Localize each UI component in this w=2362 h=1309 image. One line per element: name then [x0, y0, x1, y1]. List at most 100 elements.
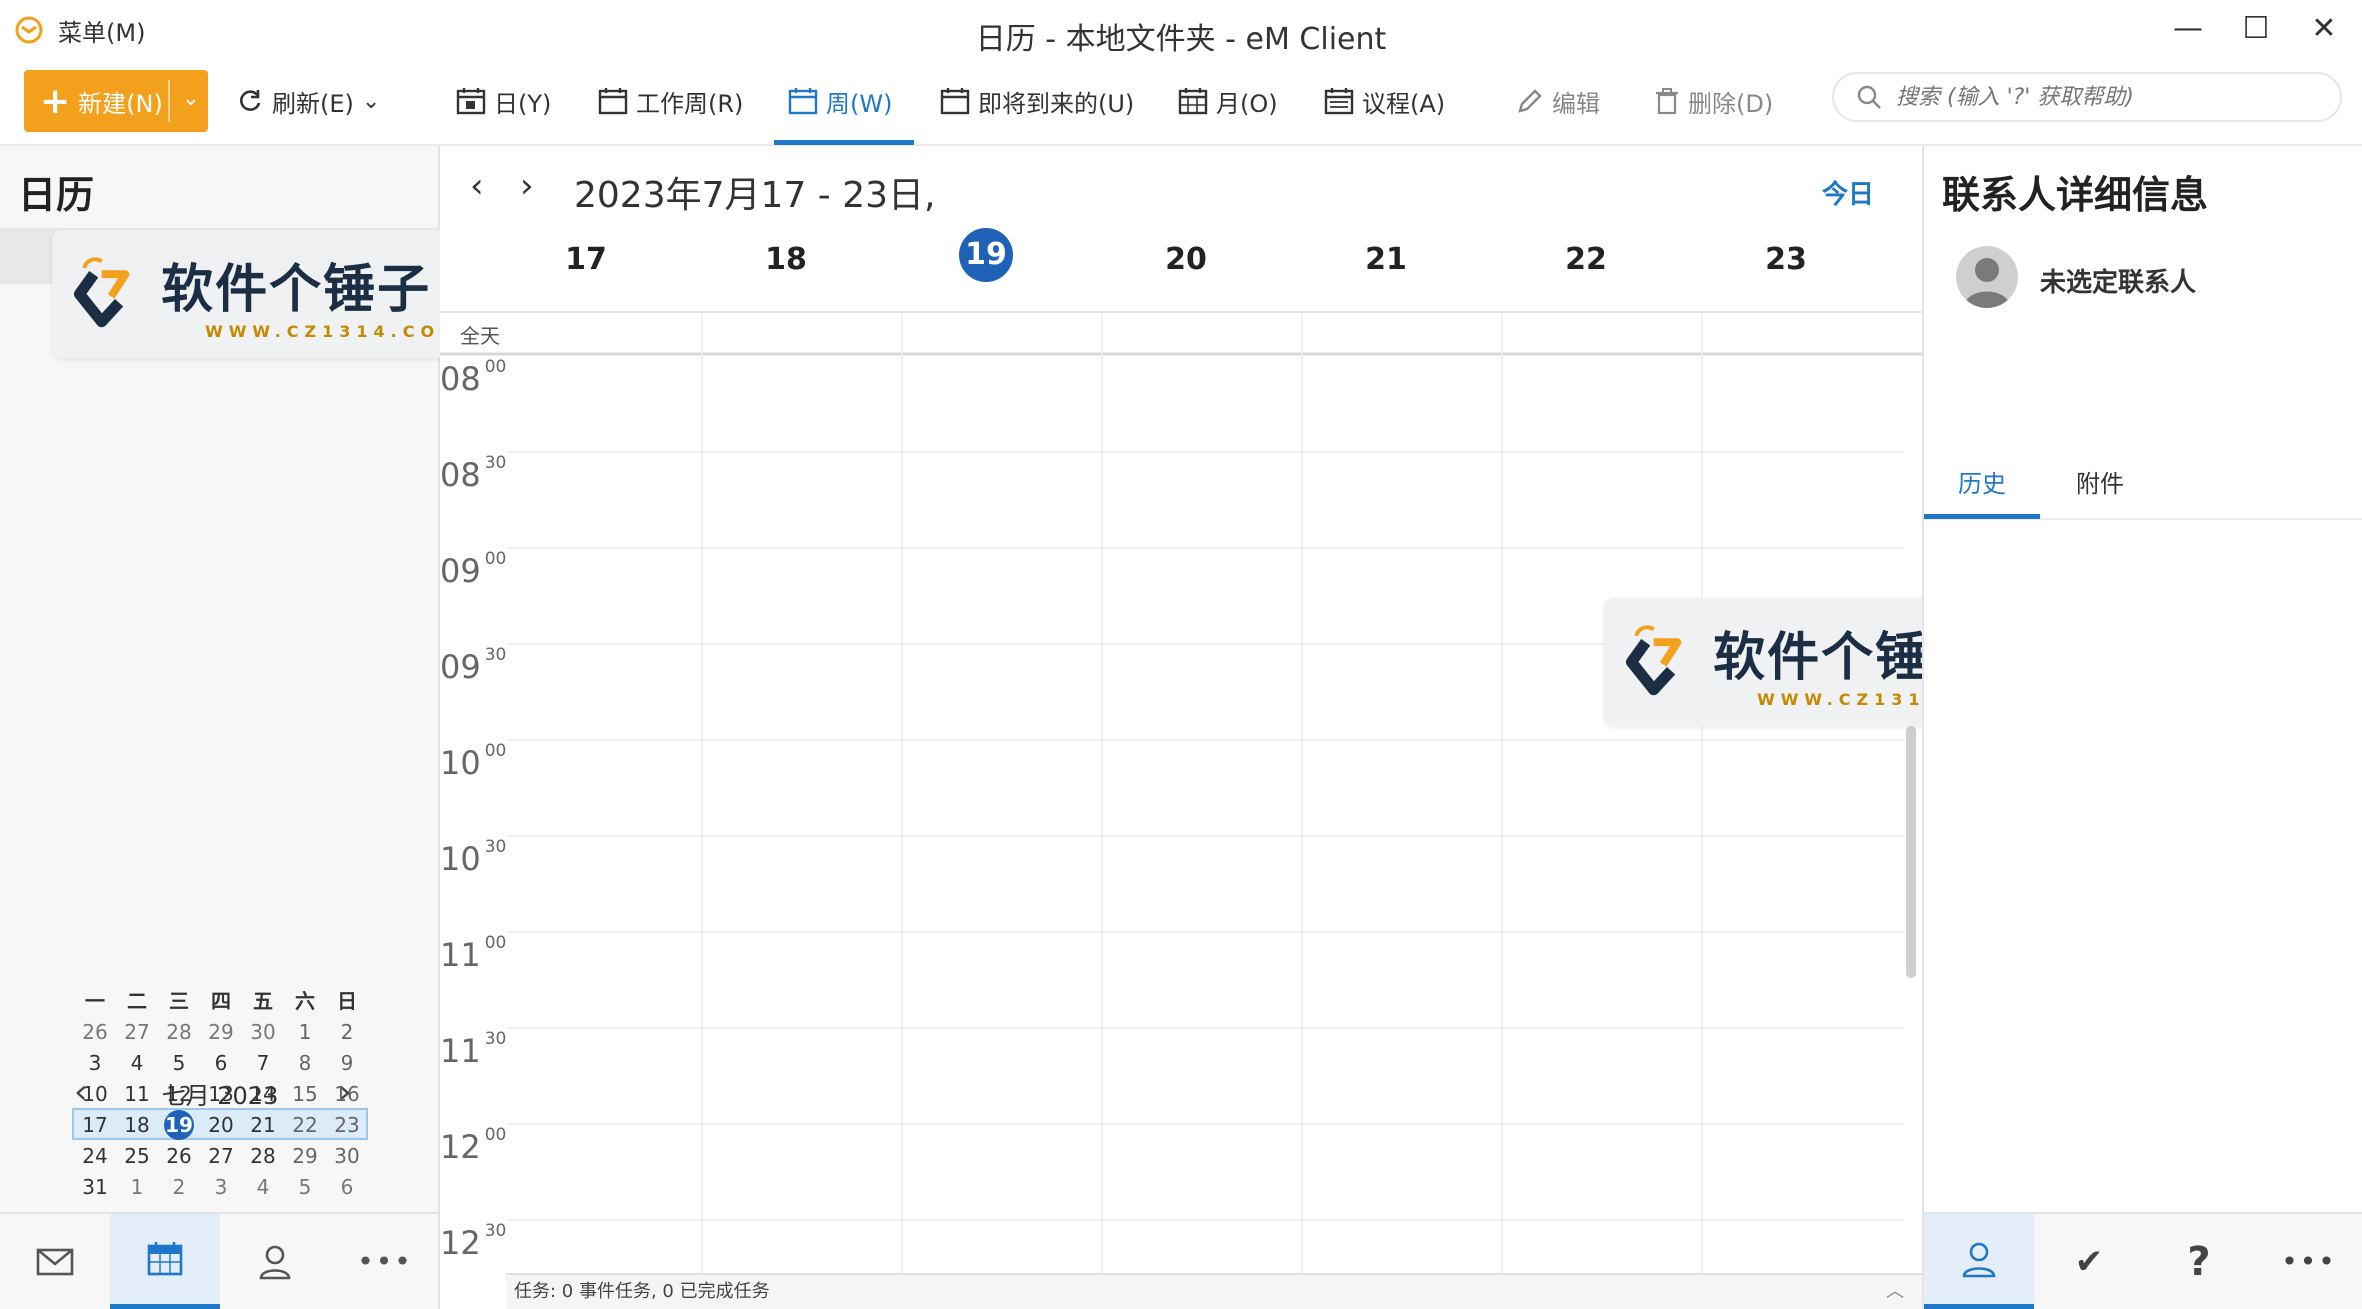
- delete-button[interactable]: 删除(D): [1654, 76, 1773, 126]
- avatar-placeholder-icon: [1964, 258, 2010, 308]
- mini-calendar-day[interactable]: 27: [116, 1017, 158, 1048]
- module-calendar-button[interactable]: [110, 1214, 220, 1309]
- week-grid[interactable]: [440, 146, 1922, 1309]
- mini-calendar-day[interactable]: 11: [116, 1079, 158, 1110]
- mini-calendar-day[interactable]: 2: [326, 1017, 368, 1048]
- time-hour: 12: [440, 1224, 481, 1262]
- mini-calendar-day[interactable]: 29: [284, 1141, 326, 1172]
- time-label: 09 00: [440, 549, 506, 590]
- mini-calendar-day[interactable]: 21: [242, 1110, 284, 1141]
- mini-calendar-day[interactable]: 30: [326, 1141, 368, 1172]
- mini-calendar-day[interactable]: 5: [158, 1048, 200, 1079]
- mini-calendar-day[interactable]: 1: [284, 1017, 326, 1048]
- mini-calendar-day[interactable]: 18: [116, 1110, 158, 1141]
- mini-calendar-day[interactable]: 6: [326, 1172, 368, 1203]
- view-agenda-button[interactable]: 议程(A): [1324, 76, 1445, 126]
- calendar-agenda-icon: [1324, 88, 1354, 115]
- close-button[interactable]: ✕: [2294, 6, 2354, 50]
- mini-calendar-day[interactable]: 4: [116, 1048, 158, 1079]
- chevron-down-icon[interactable]: ⌄: [362, 89, 380, 114]
- mini-calendar-day[interactable]: 3: [200, 1172, 242, 1203]
- mini-calendar-day[interactable]: 2: [158, 1172, 200, 1203]
- mini-calendar-day[interactable]: 22: [284, 1110, 326, 1141]
- task-summary-bar[interactable]: 任务: 0 事件任务, 0 已完成任务 ︿: [506, 1273, 1922, 1309]
- mini-calendar-day[interactable]: 25: [116, 1141, 158, 1172]
- refresh-icon: [240, 90, 261, 111]
- mini-calendar-day[interactable]: 17: [74, 1110, 116, 1141]
- mini-calendar-day[interactable]: 16: [326, 1079, 368, 1110]
- mini-calendar-today-marker: 19: [164, 1110, 194, 1140]
- vertical-scrollbar[interactable]: [1906, 726, 1916, 978]
- mini-calendar-day[interactable]: 31: [74, 1172, 116, 1203]
- contact-details-title: 联系人详细信息: [1942, 173, 2209, 217]
- pane-contact-details-button[interactable]: [1924, 1214, 2034, 1309]
- mini-calendar-day-today[interactable]: 19: [158, 1110, 200, 1141]
- mini-calendar-day[interactable]: 24: [74, 1141, 116, 1172]
- side-pane-nav: ✔ ? •••: [1922, 1212, 2362, 1309]
- mini-calendar-day[interactable]: 3: [74, 1048, 116, 1079]
- view-week-label: 周(W): [826, 89, 893, 118]
- mini-calendar-day[interactable]: 1: [116, 1172, 158, 1203]
- pane-more-button[interactable]: •••: [2254, 1214, 2362, 1309]
- module-more-button[interactable]: •••: [330, 1214, 440, 1309]
- mini-calendar-day[interactable]: 8: [284, 1048, 326, 1079]
- mini-calendar-day[interactable]: 10: [74, 1079, 116, 1110]
- pane-tasks-button[interactable]: ✔: [2034, 1214, 2144, 1309]
- view-upcoming-button[interactable]: 即将到来的(U): [940, 76, 1134, 126]
- mini-calendar-day[interactable]: 28: [158, 1017, 200, 1048]
- edit-button[interactable]: 编辑: [1516, 76, 1600, 126]
- mini-calendar-day[interactable]: 29: [200, 1017, 242, 1048]
- day-column-lines: [701, 312, 1703, 1273]
- mini-calendar-day[interactable]: 13: [200, 1079, 242, 1110]
- view-day-button[interactable]: 日(Y): [456, 76, 551, 126]
- mini-calendar-day[interactable]: 28: [242, 1141, 284, 1172]
- time-minute: 30: [484, 837, 507, 858]
- tab-history[interactable]: 历史: [1958, 464, 2006, 499]
- title-bar: 菜单(M) 日历 - 本地文件夹 - eM Client — ☐ ✕: [0, 0, 2362, 62]
- search-box[interactable]: [1832, 72, 2342, 122]
- weekday-label: 一: [85, 989, 105, 1013]
- mini-calendar-day[interactable]: 5: [284, 1172, 326, 1203]
- mini-calendar-week: 31 1 2 3 4 5 6: [74, 1172, 368, 1203]
- chevron-down-icon[interactable]: ⌄: [182, 86, 200, 111]
- view-month-button[interactable]: 月(O): [1178, 76, 1278, 126]
- mini-calendar-day[interactable]: 14: [242, 1079, 284, 1110]
- mini-calendar-weekday-row: 一 二 三 四 五 六 日: [74, 986, 368, 1017]
- new-button[interactable]: + 新建(N) ⌄: [24, 70, 208, 132]
- active-view-underline: [774, 140, 914, 145]
- time-hour: 11: [440, 1032, 481, 1070]
- time-hour: 09: [440, 648, 481, 686]
- mini-calendar-day[interactable]: 15: [284, 1079, 326, 1110]
- mini-calendar-day[interactable]: 27: [200, 1141, 242, 1172]
- mini-calendar-day[interactable]: 6: [200, 1048, 242, 1079]
- pane-help-button[interactable]: ?: [2144, 1214, 2254, 1309]
- refresh-button[interactable]: 刷新(E) ⌄: [236, 76, 380, 126]
- view-workweek-button[interactable]: 工作周(R): [598, 76, 743, 126]
- search-input[interactable]: [1896, 84, 2316, 110]
- tab-attachments[interactable]: 附件: [2076, 464, 2124, 499]
- minimize-button[interactable]: —: [2158, 6, 2218, 50]
- maximize-button[interactable]: ☐: [2226, 6, 2286, 50]
- mini-calendar-day[interactable]: 9: [326, 1048, 368, 1079]
- chevron-up-icon[interactable]: ︿: [1886, 1275, 1904, 1309]
- weekday-label: 四: [211, 989, 231, 1013]
- mini-calendar-day[interactable]: 4: [242, 1172, 284, 1203]
- mini-calendar-day[interactable]: 30: [242, 1017, 284, 1048]
- module-mail-button[interactable]: [0, 1214, 110, 1309]
- time-label: 11 00: [440, 933, 506, 974]
- mini-calendar-day[interactable]: 23: [326, 1110, 368, 1141]
- maximize-icon: ☐: [2242, 10, 2270, 46]
- time-minute: 30: [484, 1221, 507, 1242]
- mini-calendar-day[interactable]: 7: [242, 1048, 284, 1079]
- weekday-label: 六: [295, 989, 315, 1013]
- view-agenda-label: 议程(A): [1362, 89, 1446, 118]
- mini-calendar-week: 10 11 12 13 14 15 16: [74, 1079, 368, 1110]
- new-button-separator: [168, 80, 170, 122]
- mini-calendar-day[interactable]: 12: [158, 1079, 200, 1110]
- watermark-logo-icon: [73, 257, 130, 328]
- mini-calendar-day[interactable]: 26: [158, 1141, 200, 1172]
- module-contacts-button[interactable]: [220, 1214, 330, 1309]
- mini-calendar-day[interactable]: 20: [200, 1110, 242, 1141]
- mini-calendar-day[interactable]: 26: [74, 1017, 116, 1048]
- view-week-button[interactable]: 周(W): [788, 76, 892, 126]
